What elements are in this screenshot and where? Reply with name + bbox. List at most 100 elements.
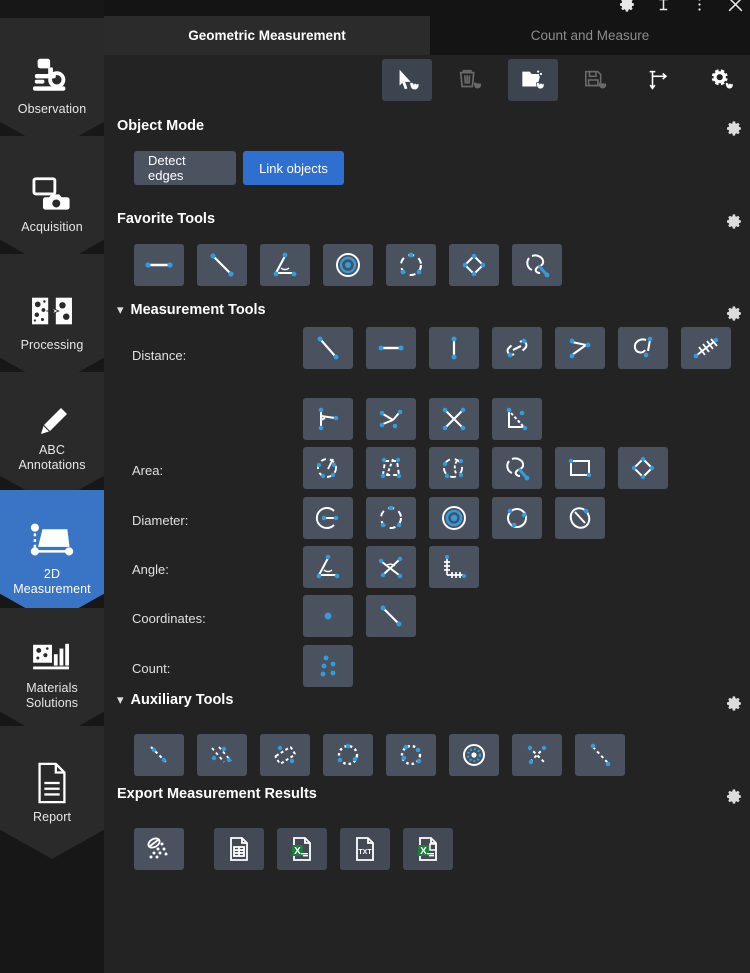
fav-tool-arc-circle[interactable]: [386, 244, 436, 286]
delete-button[interactable]: [445, 59, 495, 101]
tool-concentric-diameter[interactable]: [429, 497, 479, 539]
tab-geometric-measurement[interactable]: Geometric Measurement: [104, 16, 430, 55]
save-button[interactable]: [571, 59, 621, 101]
link-objects-button[interactable]: Link objects: [243, 151, 344, 185]
export-excel[interactable]: X: [277, 828, 327, 870]
aux-dashed-circle-points[interactable]: [386, 734, 436, 776]
row-label-angle: Angle:: [132, 562, 169, 577]
window-title-bar: [0, 0, 750, 16]
export-report-document[interactable]: [214, 828, 264, 870]
fav-tool-line-distance[interactable]: [197, 244, 247, 286]
sidebar-item-processing[interactable]: Processing: [0, 254, 104, 387]
tool-polygon-area-2[interactable]: [366, 447, 416, 489]
tool-perpendicular-distance[interactable]: [492, 398, 542, 440]
sidebar-label-line2: Annotations: [18, 458, 85, 472]
tool-diamond-area[interactable]: [618, 447, 668, 489]
tool-two-line-angle[interactable]: [366, 546, 416, 588]
info-icon[interactable]: [652, 0, 674, 15]
pencil-abc-icon: [35, 405, 69, 439]
sidebar-item-report[interactable]: Report: [0, 726, 104, 859]
sidebar-item-observation[interactable]: Observation: [0, 18, 104, 151]
tool-point-to-line[interactable]: [303, 398, 353, 440]
tool-multi-parallel-distance[interactable]: [681, 327, 731, 369]
select-cursor-button[interactable]: [382, 59, 432, 101]
aux-dashed-circle[interactable]: [323, 734, 373, 776]
sidebar-item-label: ABC Annotations: [14, 443, 89, 473]
sidebar-item-label: 2D Measurement: [9, 567, 95, 597]
tool-point-coordinate[interactable]: [303, 595, 353, 637]
aux-dashed-line[interactable]: [134, 734, 184, 776]
tool-rectangle-area[interactable]: [555, 447, 605, 489]
fav-tool-horizontal-distance[interactable]: [134, 244, 184, 286]
microscope-icon: [29, 52, 75, 98]
aux-midline[interactable]: [575, 734, 625, 776]
gear-icon[interactable]: [724, 118, 744, 138]
aux-dashed-rectangle[interactable]: [260, 734, 310, 776]
aux-concentric-aux[interactable]: [449, 734, 499, 776]
tool-polyline-distance[interactable]: [555, 327, 605, 369]
tool-vertical-distance[interactable]: [429, 327, 479, 369]
sidebar-item-label: Processing: [17, 338, 88, 353]
open-button[interactable]: [508, 59, 558, 101]
row-label-area: Area:: [132, 463, 163, 478]
sidebar-item-label: Materials Solutions: [22, 681, 82, 711]
sidebar-item-acquisition[interactable]: Acquisition: [0, 136, 104, 269]
row-label-distance: Distance:: [132, 348, 186, 363]
gear-icon[interactable]: [724, 303, 744, 323]
fav-tool-concentric-circle[interactable]: [323, 244, 373, 286]
row-label-coordinates: Coordinates:: [132, 611, 206, 626]
sidebar-item-label: Report: [29, 810, 75, 825]
tool-chain-distance[interactable]: [492, 327, 542, 369]
tab-count-and-measure[interactable]: Count and Measure: [430, 16, 750, 55]
tool-arc-area[interactable]: [429, 447, 479, 489]
tool-horizontal-distance[interactable]: [366, 327, 416, 369]
export-hide-overlay[interactable]: [134, 828, 184, 870]
measurement-2d-icon: [30, 517, 74, 563]
report-document-icon: [35, 760, 69, 806]
aux-parallel-lines[interactable]: [197, 734, 247, 776]
left-navigation-sidebar: Observation Acquisition: [0, 0, 104, 973]
section-title-auxiliary-tools: ▾ Auxiliary Tools: [117, 692, 233, 708]
tool-freehand-area-2[interactable]: [492, 447, 542, 489]
tool-cross-lines-distance[interactable]: [429, 398, 479, 440]
calibration-button[interactable]: [634, 59, 684, 101]
section-title-favorite-tools: Favorite Tools: [117, 211, 215, 227]
tool-circle-diameter[interactable]: [303, 497, 353, 539]
gear-icon[interactable]: [724, 693, 744, 713]
tool-ellipse-diameter[interactable]: [555, 497, 605, 539]
sidebar-label-line1: 2D: [44, 567, 60, 581]
settings-button[interactable]: [697, 59, 747, 101]
tool-count-points[interactable]: [303, 645, 353, 687]
sidebar-item-2d-measurement[interactable]: 2D Measurement: [0, 490, 104, 623]
export-txt[interactable]: TXT: [340, 828, 390, 870]
aux-cross-lines[interactable]: [512, 734, 562, 776]
more-options-icon[interactable]: [688, 0, 710, 15]
tool-line-to-line[interactable]: [366, 398, 416, 440]
tool-arc-diameter[interactable]: [366, 497, 416, 539]
export-excel-alt[interactable]: X: [403, 828, 453, 870]
sidebar-label-line1: Materials: [26, 681, 78, 695]
fav-tool-polygon-area[interactable]: [449, 244, 499, 286]
tool-curve-length[interactable]: [618, 327, 668, 369]
fav-tool-freehand-area[interactable]: [512, 244, 562, 286]
tool-point-to-point[interactable]: [303, 327, 353, 369]
sidebar-item-materials-solutions[interactable]: Materials Solutions: [0, 608, 104, 741]
gear-icon[interactable]: [724, 211, 744, 231]
section-title-object-mode: Object Mode: [117, 118, 204, 134]
tool-axis-angle[interactable]: [429, 546, 479, 588]
close-icon[interactable]: [724, 0, 746, 15]
tool-three-point-circle[interactable]: [492, 497, 542, 539]
settings-icon[interactable]: [616, 0, 638, 15]
main-panel: Geometric Measurement Count and Measure: [104, 16, 750, 973]
fav-tool-angle[interactable]: [260, 244, 310, 286]
tab-bar: Geometric Measurement Count and Measure: [104, 16, 750, 55]
sidebar-item-annotations[interactable]: ABC Annotations: [0, 372, 104, 505]
detect-edges-button[interactable]: Detect edges: [134, 151, 236, 185]
tool-three-point-angle[interactable]: [303, 546, 353, 588]
chevron-down-icon[interactable]: ▾: [117, 692, 124, 708]
gear-icon[interactable]: [724, 786, 744, 806]
tool-line-coordinate[interactable]: [366, 595, 416, 637]
camera-icon: [30, 170, 74, 216]
chevron-down-icon[interactable]: ▾: [117, 302, 124, 318]
tool-circle-sector-area[interactable]: [303, 447, 353, 489]
